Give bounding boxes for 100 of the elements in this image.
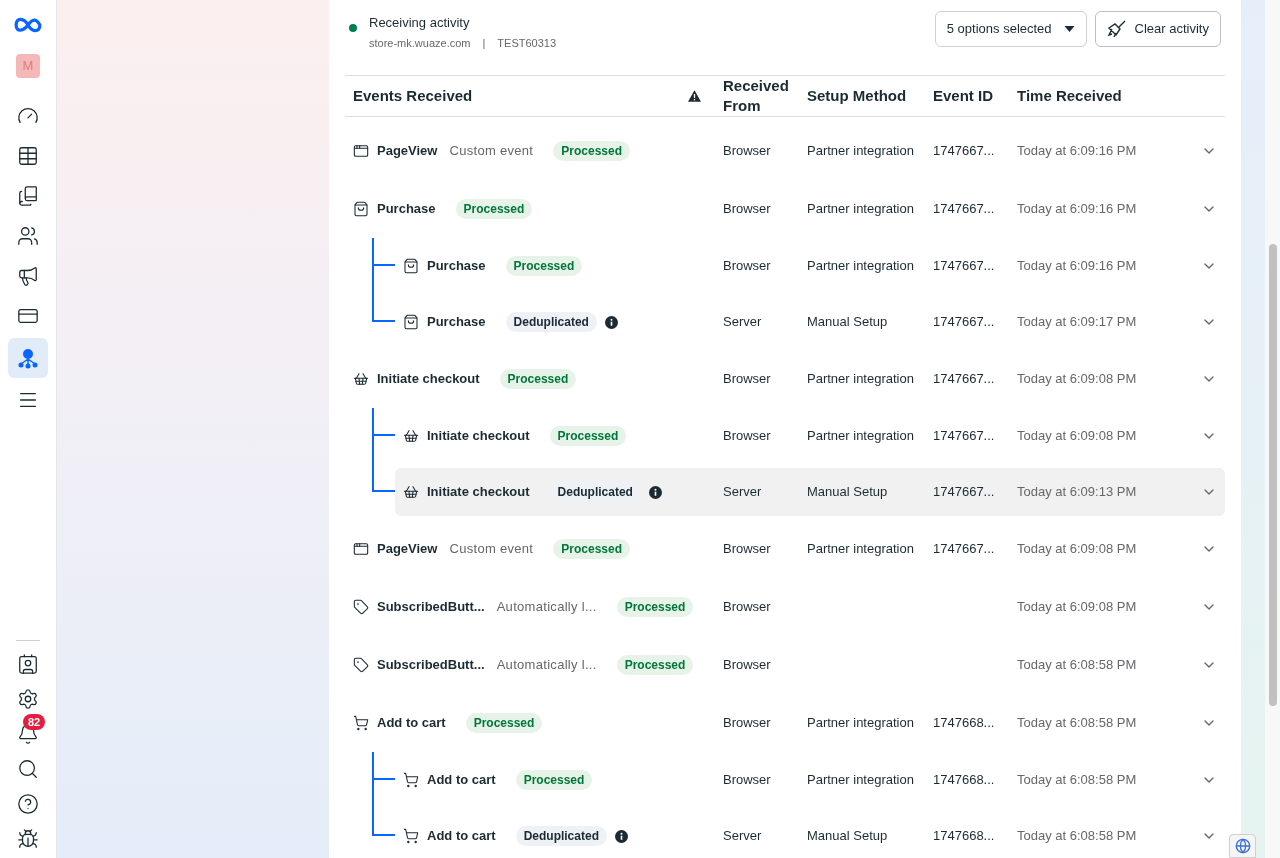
warning-icon[interactable] (688, 90, 701, 102)
received-from: Browser (723, 598, 772, 617)
cart-icon (403, 772, 419, 788)
status-badge: Processed (553, 141, 630, 161)
column-header: Events Received (353, 86, 473, 106)
received-from: Server (723, 313, 763, 332)
status-badge: Processed (515, 770, 593, 790)
setup-method: Partner integration (807, 370, 915, 389)
event-name: SubscribedButt... (377, 656, 485, 675)
setup-method: Partner integration (807, 771, 915, 790)
time-received: Today at 6:08:58 PM (1017, 771, 1138, 790)
event-name: Add to cart (377, 714, 446, 733)
tag-icon (353, 599, 369, 615)
help-icon[interactable] (17, 793, 39, 815)
time-received: Today at 6:09:17 PM (1017, 313, 1138, 332)
received-from: Browser (723, 370, 772, 389)
event-id: 1747667... (933, 540, 996, 559)
column-header: Received From (723, 76, 790, 116)
documents-icon (17, 185, 39, 207)
search-icon[interactable] (17, 758, 39, 780)
caret-icon (1063, 26, 1075, 32)
time-received: Today at 6:09:13 PM (1017, 483, 1138, 502)
info-icon[interactable] (648, 485, 662, 499)
basket-icon (403, 484, 419, 500)
info-icon[interactable] (615, 829, 628, 843)
event-name: Initiate checkout (427, 427, 530, 446)
received-from: Browser (723, 200, 772, 219)
time-received: Today at 6:09:08 PM (1017, 427, 1138, 446)
event-row[interactable]: Initiate checkout Deduplicated Server Manual Setup 1747667... Today at 6:09:13 PM (395, 468, 1225, 516)
setup-method: Manual Setup (807, 313, 889, 332)
logo-icon[interactable] (13, 16, 43, 34)
event-id: 1747667... (933, 257, 996, 276)
window-icon (353, 541, 369, 557)
time-received: Today at 6:09:16 PM (1017, 142, 1138, 161)
scrollbar[interactable] (1265, 0, 1280, 858)
received-from: Server (723, 827, 763, 846)
broom-icon (1106, 19, 1127, 39)
event-id: 1747667... (933, 142, 996, 161)
time-received: Today at 6:09:08 PM (1017, 540, 1138, 559)
status-label: Receiving activity (369, 14, 471, 32)
tree-line (372, 266, 374, 294)
event-id: 1747668... (933, 714, 996, 733)
info-icon[interactable] (604, 315, 618, 329)
event-id: 1747667... (933, 427, 996, 446)
received-from: Browser (723, 540, 772, 559)
received-from: Browser (723, 142, 772, 161)
event-name: PageView (377, 540, 438, 559)
event-name: Purchase (377, 200, 436, 219)
time-received: Today at 6:09:08 PM (1017, 598, 1138, 617)
setup-method: Partner integration (807, 142, 915, 161)
basket-icon (353, 371, 369, 387)
globe-icon (1234, 838, 1251, 854)
basket-icon (403, 428, 419, 444)
tree-line (372, 780, 374, 808)
setup-method: Manual Setup (807, 827, 889, 846)
received-from: Browser (723, 656, 772, 675)
domain-text: store-mk.wuaze.com (369, 35, 471, 51)
tree-line (372, 436, 374, 464)
settings-icon[interactable] (17, 688, 39, 710)
shopping-bag-icon (353, 201, 369, 217)
globe-button[interactable] (1229, 834, 1256, 858)
clear-activity-button[interactable]: Clear activity (1094, 11, 1221, 47)
table-icon (17, 145, 39, 167)
status-badge: Processed (616, 597, 694, 617)
status-badge: Processed (549, 426, 627, 446)
scrollbar-thumb[interactable] (1268, 244, 1277, 706)
bug-icon[interactable] (17, 828, 39, 850)
event-name: Purchase (427, 313, 486, 332)
window-icon (353, 143, 369, 159)
event-subtitle: Custom event (449, 540, 534, 559)
event-id: 1747667... (933, 370, 996, 389)
event-subtitle: Custom event (449, 142, 534, 161)
event-id: 1747667... (933, 200, 996, 219)
status-badge: Processed (465, 713, 543, 733)
filter-dropdown[interactable]: 5 options selected (934, 11, 1087, 47)
time-received: Today at 6:09:16 PM (1017, 257, 1138, 276)
pixel-id: TEST60313 (497, 35, 557, 51)
people-icon (17, 225, 39, 247)
status-badge: Processed (553, 539, 630, 559)
megaphone-icon (17, 265, 39, 287)
network-icon (16, 346, 40, 370)
status-badge: Deduplicated (549, 482, 641, 502)
event-name: Add to cart (427, 827, 496, 846)
status-badge: Processed (616, 655, 694, 675)
event-subtitle: Automatically l... (496, 656, 597, 675)
time-received: Today at 6:08:58 PM (1017, 827, 1138, 846)
column-header: Setup Method (807, 86, 908, 106)
event-name: Initiate checkout (377, 370, 480, 389)
column-header: Time Received (1017, 86, 1123, 106)
event-id: 1747667... (933, 313, 996, 332)
event-subtitle: Automatically l... (496, 598, 597, 617)
event-id: 1747667... (933, 483, 996, 502)
setup-method: Partner integration (807, 540, 915, 559)
contact-card-icon[interactable] (17, 653, 39, 675)
event-id: 1747668... (933, 827, 996, 846)
received-from: Browser (723, 771, 772, 790)
column-header: Event ID (933, 86, 994, 106)
received-from: Browser (723, 257, 772, 276)
setup-method: Partner integration (807, 427, 915, 446)
status-badge: Deduplicated (515, 826, 607, 846)
